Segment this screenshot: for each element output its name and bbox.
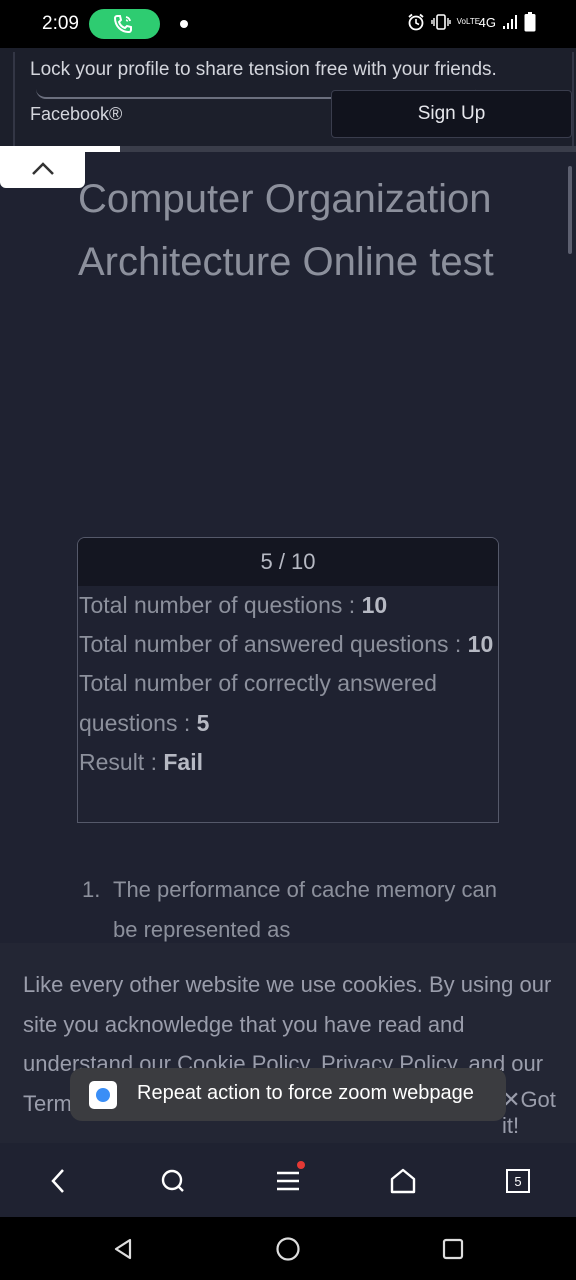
volte-label: VoLTE xyxy=(456,17,481,26)
network-label: 4G xyxy=(478,14,496,30)
answered-questions-label: Total number of answered questions : xyxy=(79,631,468,658)
system-navigation-bar xyxy=(0,1217,576,1280)
correct-answers-label: Total number of correctly answered quest… xyxy=(79,670,437,736)
ongoing-call-pill[interactable] xyxy=(89,9,160,39)
result-details: Total number of questions : 10 Total num… xyxy=(78,586,498,782)
browser-bottom-bar: 5 xyxy=(0,1143,576,1217)
alarm-icon xyxy=(408,13,424,31)
home-icon xyxy=(390,1168,416,1194)
notification-dot-icon xyxy=(180,20,188,28)
triangle-back-icon xyxy=(114,1238,132,1260)
sign-up-button[interactable]: Sign Up xyxy=(331,90,572,138)
status-time: 2:09 xyxy=(42,13,79,34)
question-number: 1. xyxy=(82,877,101,902)
banner-right-border xyxy=(572,52,574,148)
circle-home-icon xyxy=(276,1237,300,1261)
vibrate-icon xyxy=(430,14,451,30)
system-recents-button[interactable] xyxy=(438,1234,468,1264)
total-questions-value: 10 xyxy=(361,592,388,618)
result-label: Result : xyxy=(79,748,164,775)
scrollbar-thumb[interactable] xyxy=(568,166,572,254)
screen: 2:09 VoLTE 4G Lock your profile to share… xyxy=(0,0,576,1280)
answered-questions-row: Total number of answered questions : 10 xyxy=(79,625,498,664)
back-arrow-icon xyxy=(51,1169,64,1193)
correct-answers-row: Total number of correctly answered quest… xyxy=(79,664,498,742)
signal-icon xyxy=(503,15,517,29)
menu-notification-dot xyxy=(297,1161,305,1169)
result-row: Result : Fail xyxy=(79,743,498,782)
square-recents-icon xyxy=(442,1238,464,1260)
question-item: 1. The performance of cache memory can b… xyxy=(82,870,522,950)
banner-text: Lock your profile to share tension free … xyxy=(30,59,497,80)
search-icon xyxy=(161,1169,184,1192)
home-button[interactable] xyxy=(385,1163,421,1199)
system-home-button[interactable] xyxy=(273,1234,303,1264)
got-it-button[interactable]: ✕Got it! xyxy=(502,1087,576,1139)
correct-answers-value: 5 xyxy=(196,709,210,736)
facebook-label: Facebook® xyxy=(30,104,123,124)
status-bar: 2:09 VoLTE 4G xyxy=(0,0,576,48)
menu-icon xyxy=(277,1171,299,1191)
chevron-up-icon xyxy=(31,162,54,175)
tabs-button[interactable]: 5 xyxy=(500,1163,536,1199)
zoom-toast: Repeat action to force zoom webpage xyxy=(70,1068,506,1121)
system-back-button[interactable] xyxy=(108,1234,138,1264)
phone-call-icon xyxy=(113,15,132,34)
banner-left-border xyxy=(13,52,15,148)
menu-button[interactable] xyxy=(270,1161,306,1199)
question-text: The performance of cache memory can be r… xyxy=(113,877,497,942)
page-title: Computer Organization Architecture Onlin… xyxy=(78,177,494,284)
answered-questions-value: 10 xyxy=(467,631,494,658)
total-questions-row: Total number of questions : 10 xyxy=(79,586,498,625)
back-button[interactable] xyxy=(40,1163,76,1199)
search-button[interactable] xyxy=(155,1163,191,1199)
browser-app-icon xyxy=(89,1081,117,1109)
total-questions-label: Total number of questions : xyxy=(79,592,362,618)
status-icons: VoLTE 4G xyxy=(407,12,536,32)
result-summary-box: 5 / 10 Total number of questions : 10 To… xyxy=(77,537,499,823)
score-header: 5 / 10 xyxy=(78,538,498,586)
result-value: Fail xyxy=(163,748,203,775)
collapse-banner-button[interactable] xyxy=(0,150,85,188)
tab-count-icon: 5 xyxy=(506,1169,530,1193)
battery-icon xyxy=(524,12,536,32)
toast-text: Repeat action to force zoom webpage xyxy=(137,1082,474,1104)
